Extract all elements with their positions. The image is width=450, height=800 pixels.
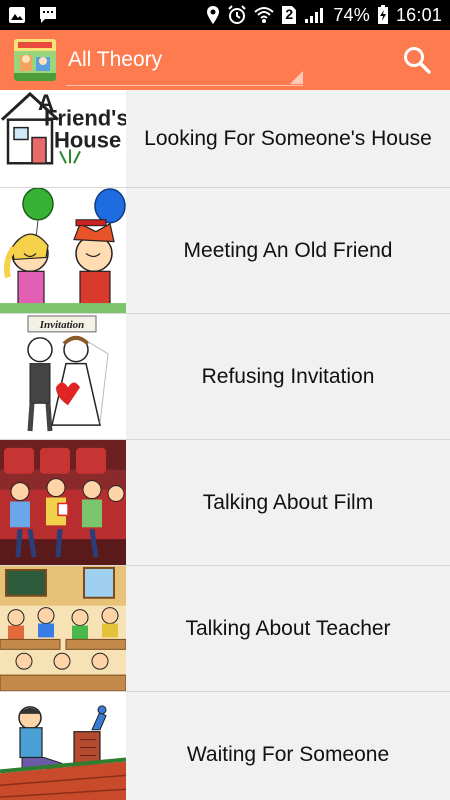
sim-slot-number: 2 bbox=[285, 6, 294, 22]
thumb-caption-invitation: Invitation bbox=[39, 319, 85, 331]
battery-icon bbox=[377, 5, 389, 25]
title-dropdown[interactable]: All Theory bbox=[66, 34, 303, 86]
signal-icon bbox=[304, 6, 326, 24]
theory-list[interactable]: A Friend's House Looking For Someone's H… bbox=[0, 90, 450, 800]
classroom-thumbnail bbox=[0, 566, 126, 691]
dropdown-arrow-icon bbox=[290, 71, 303, 84]
list-item-label: Talking About Film bbox=[202, 490, 374, 514]
status-bar: 2 74% 16:01 bbox=[0, 0, 450, 30]
cinema-audience-thumbnail bbox=[0, 440, 126, 565]
app-bar: All Theory bbox=[0, 30, 450, 90]
list-item[interactable]: Waiting For Someone bbox=[0, 692, 450, 800]
friends-with-balloons-thumbnail bbox=[0, 188, 126, 313]
sim-icon: 2 bbox=[281, 5, 297, 25]
image-icon bbox=[8, 6, 26, 24]
search-button[interactable] bbox=[402, 45, 432, 75]
list-item[interactable]: Talking About Film bbox=[0, 440, 450, 566]
search-icon bbox=[404, 47, 431, 74]
list-item-label: Talking About Teacher bbox=[185, 616, 391, 640]
list-item[interactable]: Meeting An Old Friend bbox=[0, 188, 450, 314]
page-title: All Theory bbox=[68, 47, 163, 71]
waiting-on-roof-thumbnail bbox=[0, 692, 126, 800]
battery-percent: 74% bbox=[333, 4, 370, 25]
app-logo bbox=[14, 39, 56, 81]
friends-house-thumbnail: A Friend's House bbox=[0, 90, 126, 187]
list-item-label: Refusing Invitation bbox=[201, 364, 375, 388]
list-item[interactable]: Talking About Teacher bbox=[0, 566, 450, 692]
wedding-invitation-thumbnail: Invitation bbox=[0, 314, 126, 439]
location-icon bbox=[206, 5, 220, 25]
alarm-icon bbox=[227, 5, 247, 25]
wifi-icon bbox=[254, 6, 274, 24]
thumb-caption-house: House bbox=[54, 128, 121, 153]
list-item-label: Waiting For Someone bbox=[186, 742, 390, 766]
list-item-label: Meeting An Old Friend bbox=[183, 238, 393, 262]
message-icon bbox=[38, 6, 58, 24]
list-item[interactable]: Invitation Refusing Invitation bbox=[0, 314, 450, 440]
clock-time: 16:01 bbox=[395, 4, 442, 25]
list-item-label: Looking For Someone's House bbox=[144, 126, 432, 150]
list-item[interactable]: A Friend's House Looking For Someone's H… bbox=[0, 90, 450, 188]
